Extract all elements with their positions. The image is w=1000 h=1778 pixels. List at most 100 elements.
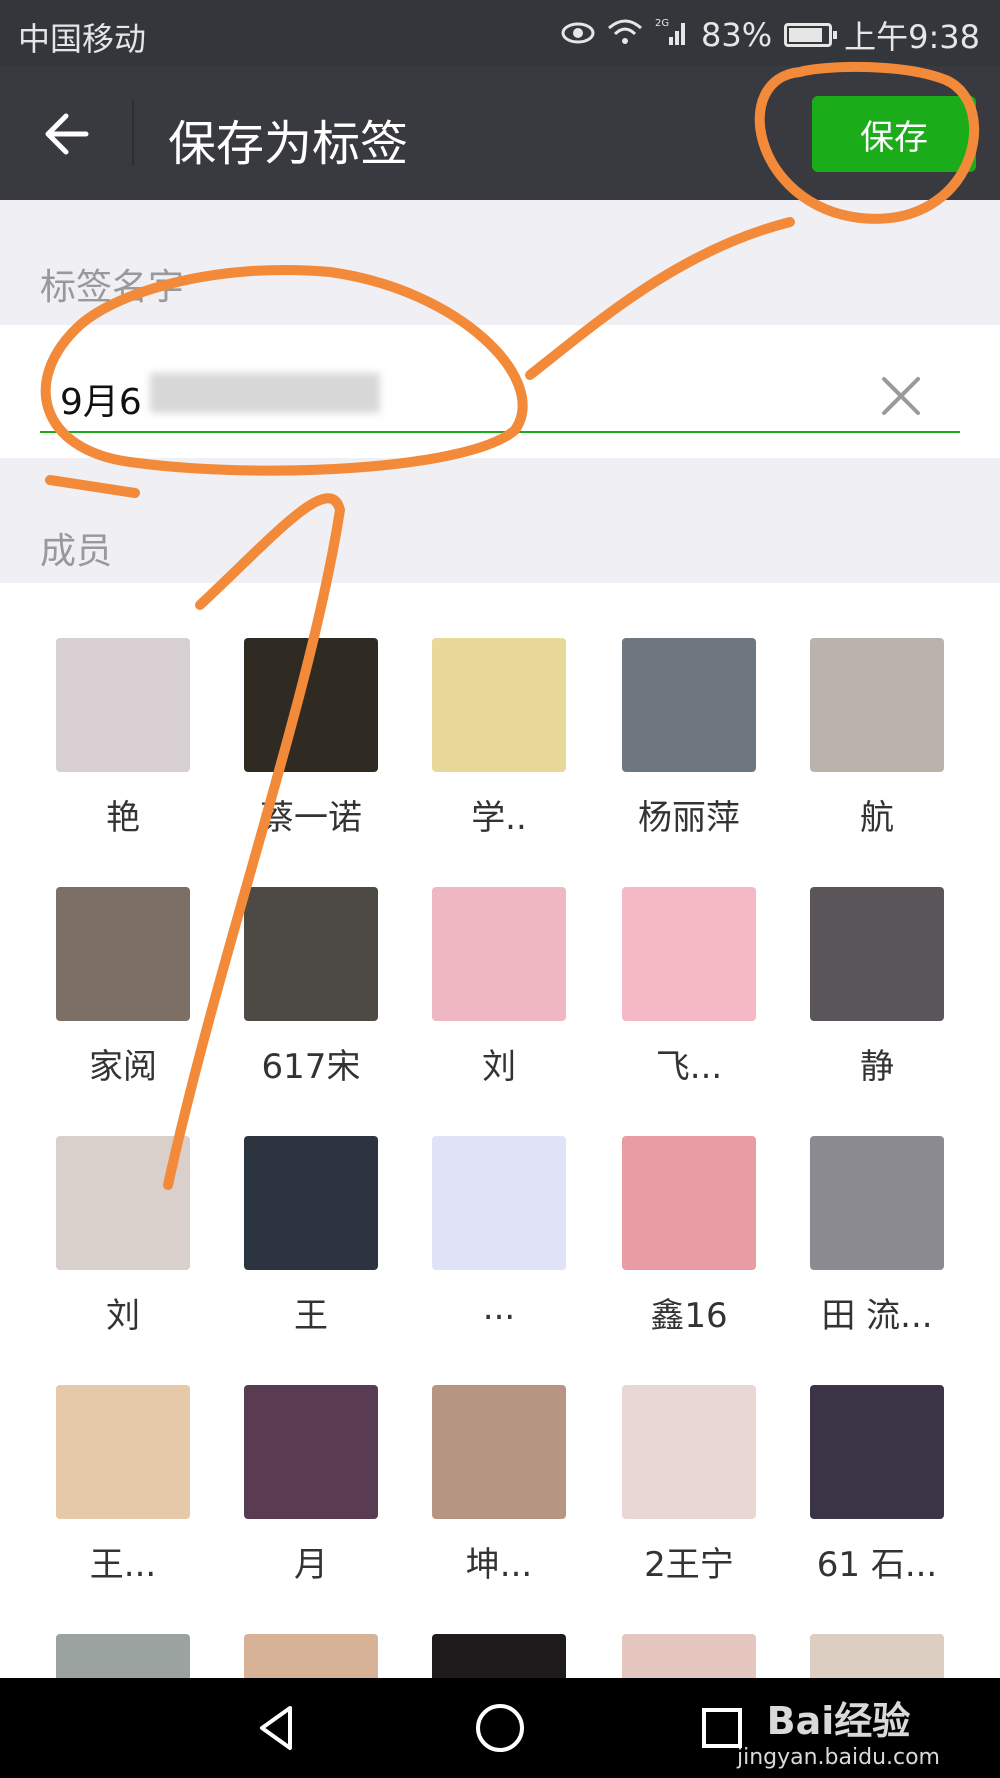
- tag-name-field[interactable]: 9月6: [0, 325, 1000, 458]
- status-bar: 中国移动 2G 83% 上午9:38: [0, 0, 1000, 66]
- member-item[interactable]: 学..: [432, 638, 566, 839]
- circle-home-icon: [476, 1704, 524, 1752]
- title-divider: [132, 100, 134, 166]
- avatar: [56, 1385, 190, 1519]
- member-name: 静: [860, 1047, 894, 1087]
- member-name: 学..: [471, 798, 527, 838]
- member-name: 617宋: [261, 1047, 361, 1087]
- battery-level: [789, 28, 823, 42]
- avatar: [56, 1136, 190, 1270]
- avatar: [432, 1634, 566, 1678]
- member-name: 杨丽萍: [638, 798, 740, 838]
- member-name: 61 石...: [816, 1545, 938, 1585]
- avatar: [244, 1136, 378, 1270]
- member-name: 鑫16: [650, 1296, 728, 1336]
- member-item[interactable]: 艳: [56, 638, 190, 839]
- avatar: [810, 1136, 944, 1270]
- member-item[interactable]: 静: [810, 887, 944, 1088]
- carrier-name: 中国移动: [18, 20, 147, 58]
- member-item[interactable]: 617宋: [244, 887, 378, 1088]
- member-item[interactable]: 鑫16: [622, 1136, 756, 1337]
- member-item[interactable]: [244, 1634, 378, 1678]
- page-title: 保存为标签: [168, 116, 409, 172]
- content-area: 标签名字 9月6 成员 艳蔡一诺 学.. 杨丽萍航家阅 617宋刘飞... 静刘王...…: [0, 200, 1000, 1678]
- member-item[interactable]: [432, 1634, 566, 1678]
- member-item[interactable]: 家阅: [56, 887, 190, 1088]
- member-name: 家阅: [89, 1047, 157, 1087]
- network-type: 2G: [655, 18, 669, 29]
- watermark-brand: Bai经验: [766, 1699, 911, 1743]
- members-label: 成员: [40, 531, 113, 572]
- member-name: 坤...: [465, 1545, 533, 1585]
- battery-percent: 83%: [701, 16, 773, 54]
- avatar: [432, 887, 566, 1021]
- clear-input-button[interactable]: [878, 373, 924, 419]
- nav-back-button[interactable]: [250, 1700, 306, 1756]
- watermark-url: jingyan.baidu.com: [736, 1745, 940, 1770]
- battery-icon: [784, 23, 838, 47]
- avatar: [432, 1136, 566, 1270]
- title-bar: 保存为标签 保存: [0, 66, 1000, 200]
- avatar: [56, 1634, 190, 1678]
- member-name: ...: [482, 1288, 516, 1328]
- tag-name-value: 9月6: [60, 382, 142, 423]
- member-item[interactable]: 坤...: [432, 1385, 566, 1586]
- member-name: 艳: [106, 798, 140, 838]
- member-name: 田 流...: [821, 1296, 933, 1336]
- tag-name-label: 标签名字: [40, 267, 185, 308]
- avatar: [810, 1634, 944, 1678]
- member-item[interactable]: [622, 1634, 756, 1678]
- avatar: [622, 1634, 756, 1678]
- avatar: [432, 1385, 566, 1519]
- nav-home-button[interactable]: [472, 1700, 528, 1756]
- status-icons: 2G 83% 上午9:38: [561, 12, 980, 58]
- member-name: 刘: [482, 1047, 516, 1087]
- member-item[interactable]: [810, 1634, 944, 1678]
- baidu-watermark: Bai经验 jingyan.baidu.com: [737, 1690, 940, 1770]
- member-name: 飞...: [655, 1047, 723, 1087]
- redacted-text: [150, 373, 380, 413]
- member-item[interactable]: ...: [432, 1136, 566, 1328]
- member-name: 王: [294, 1296, 328, 1336]
- member-name: 王...: [89, 1545, 157, 1585]
- avatar: [810, 638, 944, 772]
- member-item[interactable]: 月: [244, 1385, 378, 1586]
- clock: 上午9:38: [844, 18, 980, 56]
- member-item[interactable]: 航: [810, 638, 944, 839]
- member-grid: 艳蔡一诺 学.. 杨丽萍航家阅 617宋刘飞... 静刘王... 鑫16 田 流... 王..…: [0, 583, 1000, 1678]
- member-name: 2王宁: [644, 1545, 734, 1585]
- avatar: [810, 1385, 944, 1519]
- member-item[interactable]: 61 石...: [810, 1385, 944, 1586]
- member-item[interactable]: 王: [244, 1136, 378, 1337]
- member-item[interactable]: 刘: [56, 1136, 190, 1337]
- member-item[interactable]: [56, 1634, 190, 1678]
- input-underline: [40, 431, 960, 433]
- avatar: [244, 638, 378, 772]
- avatar: [810, 887, 944, 1021]
- member-name: 月: [294, 1545, 328, 1585]
- avatar: [244, 1385, 378, 1519]
- eye-icon: [561, 19, 595, 52]
- member-name: 刘: [106, 1296, 140, 1336]
- arrow-left-icon: [45, 113, 89, 155]
- avatar: [432, 638, 566, 772]
- back-button[interactable]: [40, 106, 96, 162]
- member-item[interactable]: 田 流...: [810, 1136, 944, 1337]
- member-item[interactable]: 王...: [56, 1385, 190, 1586]
- member-item[interactable]: 2王宁: [622, 1385, 756, 1586]
- member-item[interactable]: 刘: [432, 887, 566, 1088]
- avatar: [56, 638, 190, 772]
- avatar: [244, 887, 378, 1021]
- wifi-icon: [607, 18, 643, 53]
- member-item[interactable]: 蔡一诺: [244, 638, 378, 839]
- avatar: [622, 1385, 756, 1519]
- member-name: 蔡一诺: [260, 798, 362, 838]
- close-icon: [882, 377, 920, 415]
- avatar: [622, 638, 756, 772]
- member-item[interactable]: 杨丽萍: [622, 638, 756, 839]
- save-button[interactable]: 保存: [812, 96, 976, 172]
- avatar: [622, 887, 756, 1021]
- member-item[interactable]: 飞...: [622, 887, 756, 1088]
- member-name: 航: [860, 798, 894, 838]
- avatar: [622, 1136, 756, 1270]
